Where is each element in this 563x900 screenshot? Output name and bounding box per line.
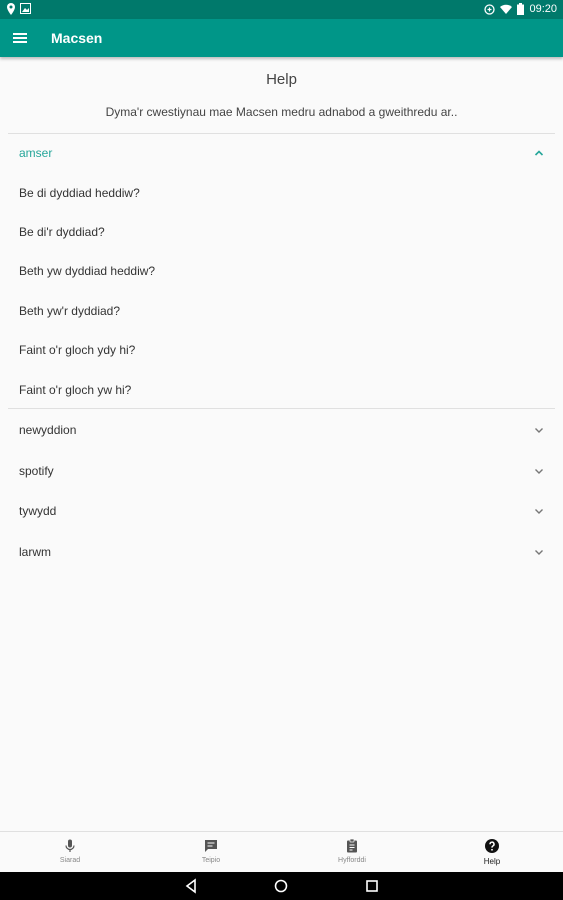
data-saver-icon (484, 3, 496, 15)
battery-icon (517, 3, 525, 15)
help-content: Help Dyma'r cwestiynau mae Macsen medru … (0, 57, 563, 831)
section-label: tywydd (19, 504, 57, 518)
question-item[interactable]: Beth yw'r dyddiad? (19, 304, 120, 318)
question-item[interactable]: Faint o'r gloch yw hi? (19, 383, 131, 397)
nav-label: Hyfforddi (338, 857, 366, 864)
nav-label: Teipio (201, 857, 221, 864)
chevron-down-icon (535, 509, 543, 514)
chevron-down-icon (535, 550, 543, 555)
chevron-down-icon (535, 428, 543, 433)
back-icon[interactable] (183, 878, 199, 894)
app-title: Macsen (51, 30, 103, 46)
section-label: spotify (19, 464, 54, 478)
chevron-down-icon (535, 469, 543, 474)
section-header-spotify[interactable]: spotify (8, 452, 555, 490)
nav-hyfforddi[interactable]: Hyfforddi (312, 838, 392, 864)
divider (8, 408, 555, 409)
microphone-icon (65, 839, 75, 852)
help-icon (485, 839, 499, 853)
menu-icon[interactable] (12, 30, 28, 46)
question-item[interactable]: Faint o'r gloch ydy hi? (19, 343, 135, 357)
section-header-larwm[interactable]: larwm (8, 533, 555, 571)
question-item[interactable]: Beth yw dyddiad heddiw? (19, 264, 155, 278)
page-subtitle: Dyma'r cwestiynau mae Macsen medru adnab… (105, 105, 458, 119)
section-label: newyddion (19, 423, 77, 437)
bottom-navigation: Siarad Teipio Hyfforddi Help (0, 831, 563, 873)
app-bar: Macsen (0, 19, 563, 57)
section-header-tywydd[interactable]: tywydd (8, 492, 555, 530)
location-icon (7, 3, 15, 15)
page-title: Help (266, 71, 297, 88)
section-label: amser (19, 146, 53, 160)
section-header-amser[interactable]: amser (8, 134, 555, 172)
nav-siarad[interactable]: Siarad (30, 838, 110, 864)
status-time: 09:20 (529, 3, 557, 15)
system-navigation-bar (0, 872, 563, 900)
nav-label: Help (483, 857, 501, 866)
clipboard-icon (347, 838, 357, 853)
home-icon[interactable] (273, 878, 289, 894)
recents-icon[interactable] (364, 878, 380, 894)
section-label: larwm (19, 545, 51, 559)
chevron-up-icon (534, 150, 544, 156)
status-bar: 09:20 (0, 0, 563, 19)
wifi-icon (500, 4, 513, 14)
question-item[interactable]: Be di'r dyddiad? (19, 225, 105, 239)
image-icon (20, 3, 31, 14)
nav-help[interactable]: Help (452, 838, 532, 866)
chat-icon (205, 840, 217, 852)
question-item[interactable]: Be di dyddiad heddiw? (19, 186, 140, 200)
section-header-newyddion[interactable]: newyddion (8, 411, 555, 449)
nav-label: Siarad (59, 857, 81, 864)
nav-teipio[interactable]: Teipio (171, 838, 251, 864)
